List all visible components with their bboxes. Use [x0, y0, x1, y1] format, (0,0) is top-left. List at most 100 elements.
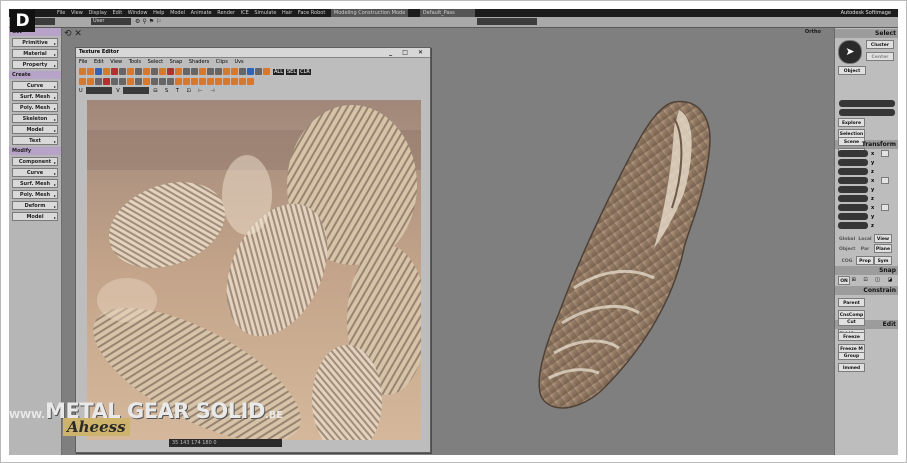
mode-sym-button[interactable]: Sym	[874, 256, 892, 265]
menu-face-robot[interactable]: Face Robot	[298, 9, 325, 17]
get-material-button[interactable]: Material	[12, 49, 58, 59]
transform-tool-icon[interactable]	[199, 78, 206, 85]
uv-tool-icon[interactable]	[111, 68, 118, 75]
selection-field-2[interactable]	[839, 109, 895, 116]
uv-tool-icon[interactable]	[103, 68, 110, 75]
uv-tool-icon[interactable]	[191, 68, 198, 75]
uv-tool-icon[interactable]	[151, 68, 158, 75]
cnscomp-button[interactable]: CnsComp	[838, 310, 865, 319]
uv-tool-icon[interactable]	[143, 68, 150, 75]
transform-tool-icon[interactable]	[95, 78, 102, 85]
rotate-y-field[interactable]	[838, 186, 868, 193]
mode-view-button[interactable]: View	[874, 234, 892, 243]
snap-on-button[interactable]: ON	[838, 276, 850, 285]
menu-view[interactable]: View	[71, 9, 83, 17]
transform-tool-icon[interactable]	[183, 78, 190, 85]
transform-tool-icon[interactable]	[207, 78, 214, 85]
scale-icon[interactable]	[881, 150, 889, 157]
scale-y-field[interactable]	[838, 159, 868, 166]
uv-tool-icon[interactable]	[199, 68, 206, 75]
modify-component-button[interactable]: Component	[12, 157, 58, 167]
transform-tool-icon[interactable]	[215, 78, 222, 85]
menu-help[interactable]: Help	[153, 9, 164, 17]
modify-curve-button[interactable]: Curve	[12, 168, 58, 178]
te-menu-tools[interactable]: Tools	[129, 59, 141, 65]
uv-tool-icon[interactable]	[255, 68, 262, 75]
layer-select[interactable]: User	[91, 18, 131, 25]
uv-tool-icon[interactable]	[183, 68, 190, 75]
menu-simulate[interactable]: Simulate	[254, 9, 276, 17]
create-skeleton-button[interactable]: Skeleton	[12, 114, 58, 124]
te-menu-uvs[interactable]: Uvs	[234, 59, 243, 65]
mode-object-button[interactable]: Object	[838, 244, 856, 253]
uv-tool-icon[interactable]	[119, 68, 126, 75]
uv-tool-icon[interactable]	[159, 68, 166, 75]
u-coordinate-field[interactable]	[85, 87, 112, 94]
uv-tool-icon[interactable]	[263, 68, 270, 75]
translate-z-field[interactable]	[838, 222, 868, 229]
uv-tool-icon[interactable]	[87, 68, 94, 75]
te-menu-snap[interactable]: Snap	[170, 59, 183, 65]
uv-tool-icon[interactable]	[95, 68, 102, 75]
transform-tool-icon[interactable]	[239, 78, 246, 85]
rotate-x-field[interactable]	[838, 177, 868, 184]
uv-tool-icon[interactable]	[239, 68, 246, 75]
transform-tool-icon[interactable]	[223, 78, 230, 85]
select-clear-button[interactable]: CLR	[299, 69, 311, 75]
uv-tool-icon[interactable]	[223, 68, 230, 75]
uv-tool-icon[interactable]	[167, 68, 174, 75]
transform-tool-icon[interactable]	[103, 78, 110, 85]
create-poly-mesh-button[interactable]: Poly. Mesh	[12, 103, 58, 113]
transform-tool-icon[interactable]	[175, 78, 182, 85]
viewport-nav-icons[interactable]: ⟲ ✕	[64, 29, 104, 41]
pass-select[interactable]: Default_Pass	[419, 9, 475, 17]
rotate-icon[interactable]	[881, 177, 889, 184]
get-primitive-button[interactable]: Primitive	[12, 38, 58, 48]
select-sel-button[interactable]: SEL	[286, 69, 298, 75]
transform-tool-icon[interactable]	[191, 78, 198, 85]
te-menu-shaders[interactable]: Shaders	[189, 59, 209, 65]
te-menu-view[interactable]: View	[110, 59, 122, 65]
uv-tool-icon[interactable]	[231, 68, 238, 75]
create-text-button[interactable]: Text	[12, 136, 58, 146]
explore-button[interactable]: Explore	[838, 118, 865, 127]
menu-file[interactable]: File	[57, 9, 65, 17]
select-all-button[interactable]: ALL	[273, 69, 284, 75]
mode-global-button[interactable]: Global	[838, 234, 856, 243]
mode-cog-button[interactable]: COG	[838, 256, 856, 265]
texture-editor-titlebar[interactable]: Texture Editor _ □ ✕	[76, 48, 430, 58]
uv-tool-icon[interactable]	[135, 68, 142, 75]
select-arrow-icon[interactable]: ➤	[838, 40, 862, 64]
shell-3d-model[interactable]	[514, 98, 744, 428]
v-coordinate-field[interactable]	[122, 87, 149, 94]
te-menu-edit[interactable]: Edit	[94, 59, 104, 65]
toolbar-icons[interactable]: ⚙⚲⚑⚐	[135, 17, 164, 27]
modify-surf-mesh-button[interactable]: Surf. Mesh	[12, 179, 58, 189]
texture-editor-window[interactable]: Texture Editor _ □ ✕ File Edit View Tool…	[75, 47, 431, 453]
freeze-m-button[interactable]: Freeze M	[838, 344, 865, 353]
create-curve-button[interactable]: Curve	[12, 81, 58, 91]
modify-model-button[interactable]: Model	[12, 212, 58, 222]
te-menu-clips[interactable]: Clips	[216, 59, 228, 65]
uv-tool-icon[interactable]	[127, 68, 134, 75]
te-menu-file[interactable]: File	[79, 59, 87, 65]
center-button[interactable]: Center	[866, 52, 894, 61]
mode-plane-button[interactable]: Plane	[874, 244, 892, 253]
translate-x-field[interactable]	[838, 204, 868, 211]
translate-icon[interactable]	[881, 204, 889, 211]
transform-tool-icon[interactable]	[79, 78, 86, 85]
viewport-camera-label[interactable]: Ortho	[805, 29, 821, 35]
freeze-button[interactable]: Freeze	[838, 332, 865, 341]
construction-mode-select[interactable]: Modeling Construction Mode	[330, 9, 409, 17]
cluster-button[interactable]: Cluster	[866, 40, 894, 49]
object-button[interactable]: Object	[838, 66, 866, 75]
parent-button[interactable]: Parent	[838, 298, 865, 307]
uv-tool-icon[interactable]	[247, 68, 254, 75]
menu-hair[interactable]: Hair	[282, 9, 292, 17]
uv-tool-icon[interactable]	[79, 68, 86, 75]
snap-icons[interactable]: ⊞ ⊡ ◫ ◪	[852, 277, 896, 283]
transform-tool-icon[interactable]	[247, 78, 254, 85]
te-menu-select[interactable]: Select	[148, 59, 163, 65]
selection-button[interactable]: Selection	[838, 129, 865, 138]
menu-display[interactable]: Display	[88, 9, 106, 17]
